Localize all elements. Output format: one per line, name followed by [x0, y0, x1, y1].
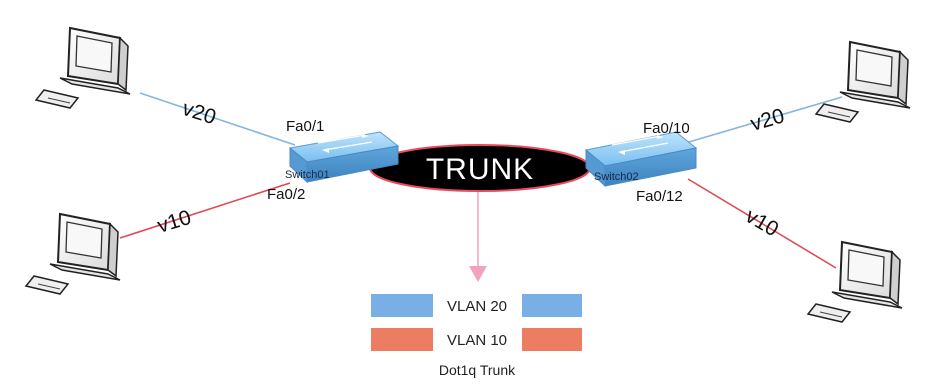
switch-01-label: Switch01 — [285, 169, 330, 181]
link-bottom-left — [119, 182, 291, 239]
legend-caption: Dot1q Trunk — [439, 362, 516, 378]
link-label-top-right: v20 — [748, 104, 787, 135]
computer-top-right-icon — [814, 40, 911, 123]
network-diagram: TRUNK Switch01 Switch02 v20 v10 v20 v10 … — [0, 0, 941, 387]
link-top-left — [139, 92, 296, 146]
port-label-sw2-lower: Fa0/12 — [636, 188, 683, 205]
trunk-arrow-head — [469, 266, 487, 282]
link-label-bottom-right: v10 — [742, 204, 783, 241]
link-label-top-left: v20 — [179, 97, 218, 129]
link-label-bottom-left: v10 — [155, 206, 194, 238]
port-label-sw2-upper: Fa0/10 — [643, 120, 690, 137]
diagram-svg: TRUNK Switch01 Switch02 v20 v10 v20 v10 … — [24, 26, 911, 378]
legend-vlan20-label: VLAN 20 — [447, 298, 507, 315]
switch-02: Switch02 — [584, 131, 698, 188]
trunk-label: TRUNK — [426, 153, 534, 186]
legend-vlan10-label: VLAN 10 — [447, 332, 507, 349]
port-label-sw1-upper: Fa0/1 — [286, 118, 324, 135]
computer-bottom-left-icon — [24, 212, 121, 295]
computer-bottom-right-icon — [806, 240, 903, 323]
port-label-sw1-lower: Fa0/2 — [267, 186, 305, 203]
computer-top-left-icon — [34, 26, 131, 109]
switch-02-label: Switch02 — [594, 171, 639, 183]
